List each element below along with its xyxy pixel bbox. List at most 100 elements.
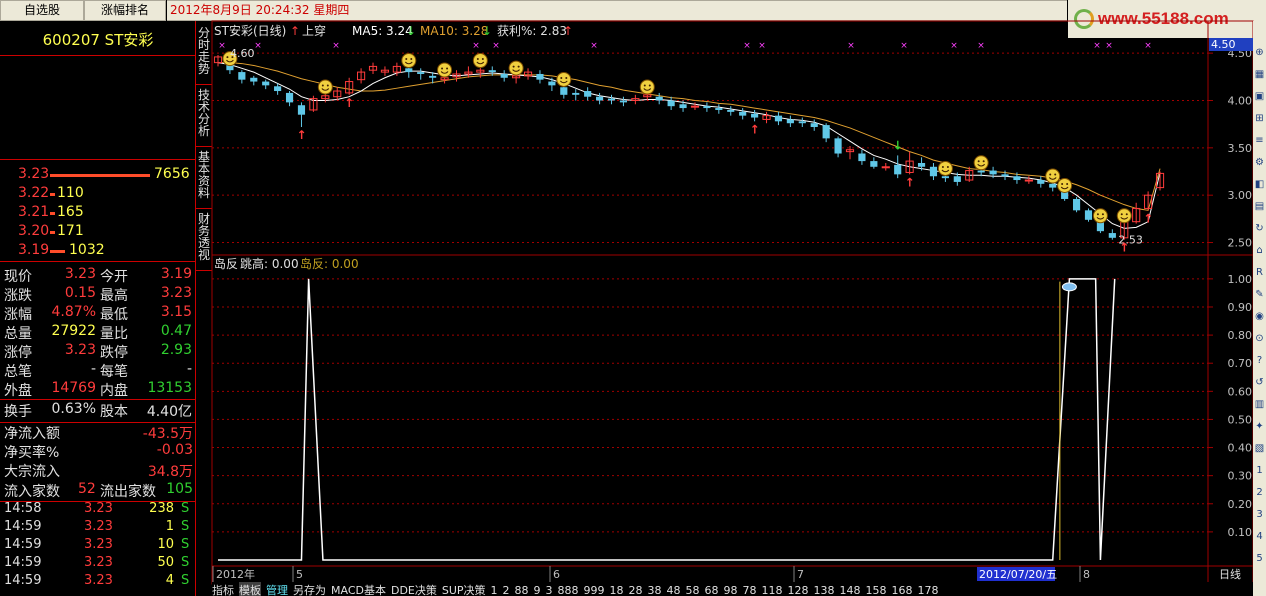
side-tab-0[interactable]: 分时走势 — [196, 25, 212, 85]
logo-icon — [1074, 9, 1094, 29]
quote-row: 现价 3.23 今开 3.19 — [0, 266, 196, 285]
toolbar-icon[interactable]: ◉ — [1253, 307, 1266, 327]
bottom-tab[interactable]: 78 — [743, 584, 757, 596]
toolbar-icon[interactable]: 3 — [1253, 505, 1266, 525]
toolbar-icon[interactable]: ⌂ — [1253, 241, 1266, 261]
quote-value: 3.23 — [64, 342, 96, 358]
candle-body — [512, 75, 521, 79]
tick-volume: 1 — [165, 519, 174, 534]
main-yaxis-label: 3.00 — [1228, 189, 1253, 202]
toolbar-icon[interactable]: ⚙ — [1253, 153, 1266, 173]
candle-body — [596, 96, 604, 101]
quote-value: 0.47 — [160, 323, 192, 339]
bottom-tab[interactable]: 1 — [491, 584, 498, 596]
bottom-tab[interactable]: 999 — [584, 584, 605, 596]
bottom-tab[interactable]: 模板 — [239, 582, 261, 596]
side-tab-1[interactable]: 技术分析 — [196, 87, 212, 147]
toolbar-icon[interactable]: ✎ — [1253, 285, 1266, 305]
bottom-tab[interactable]: 48 — [667, 584, 681, 596]
toolbar-icon[interactable]: ? — [1253, 351, 1266, 371]
candle-body — [881, 166, 890, 169]
tick-row: 14:59 3.23 1 S — [0, 519, 196, 537]
bottom-tab[interactable]: 88 — [515, 584, 529, 596]
bottom-tab[interactable]: 另存为 — [293, 582, 326, 596]
toolbar-icon[interactable]: ▤ — [1253, 197, 1266, 217]
bottom-tab[interactable]: 128 — [788, 584, 809, 596]
bottom-tab[interactable]: 158 — [866, 584, 887, 596]
bottom-tab[interactable]: 28 — [629, 584, 643, 596]
bottom-tab[interactable]: 138 — [814, 584, 835, 596]
tick-volume: 50 — [157, 555, 174, 570]
orderbook-row[interactable]: 3.23 7656 — [0, 166, 196, 184]
candle-body — [727, 109, 735, 112]
side-tab-3[interactable]: 财务透视 — [196, 211, 212, 271]
bottom-tab[interactable]: 18 — [610, 584, 624, 596]
brand-logo[interactable]: www.55188.com — [1068, 0, 1266, 38]
toolbar-icon[interactable]: ⊞ — [1253, 109, 1266, 129]
bottom-tab[interactable]: 指标 — [212, 582, 234, 596]
orderbook-row[interactable]: 3.22 110 — [0, 185, 196, 203]
buy-arrow-icon: ↑ — [296, 128, 306, 142]
toolbar-icon[interactable]: 5 — [1253, 549, 1266, 569]
tab-watchlist[interactable]: 自选股 — [0, 0, 84, 21]
bottom-tab[interactable]: 68 — [705, 584, 719, 596]
bottom-tab[interactable]: 38 — [648, 584, 662, 596]
side-tab-2[interactable]: 基本资料 — [196, 149, 212, 209]
quote-row: 总笔 - 每笔 - — [0, 361, 196, 380]
bottom-tab[interactable]: 3 — [546, 584, 553, 596]
tab-gain-ranking[interactable]: 涨幅排名 — [84, 0, 166, 21]
orderbook-row[interactable]: 3.20 171 — [0, 223, 196, 241]
toolbar-icon[interactable]: ⊕ — [1253, 43, 1266, 63]
toolbar-icon[interactable]: 2 — [1253, 483, 1266, 503]
orderbook-row[interactable]: 3.19 1032 — [0, 242, 196, 260]
toolbar-icon[interactable]: ▣ — [1253, 87, 1266, 107]
bottom-tab[interactable]: 98 — [724, 584, 738, 596]
toolbar-icon[interactable]: ≡ — [1253, 131, 1266, 151]
quote-label: 总笔 — [4, 364, 32, 380]
candle-body — [417, 72, 425, 74]
toolbar-icon[interactable]: ↺ — [1253, 373, 1266, 393]
buy-arrow-icon: ↑ — [905, 175, 915, 189]
side-tab-char: 析 — [197, 124, 210, 138]
bottom-tab[interactable]: 888 — [558, 584, 579, 596]
toolbar-icon[interactable]: ▦ — [1253, 65, 1266, 85]
candle-body — [297, 105, 306, 115]
low-price-label: 2.53 — [1118, 234, 1143, 247]
candle-body — [429, 75, 437, 78]
toolbar-icon[interactable]: ▥ — [1253, 395, 1266, 415]
toolbar-icon[interactable]: R — [1253, 263, 1266, 283]
toolbar-icon[interactable]: ↻ — [1253, 219, 1266, 239]
chart-title: ST安彩(日线) — [214, 23, 286, 38]
signal-label: 上穿 — [302, 23, 326, 38]
bottom-tab[interactable]: 148 — [840, 584, 861, 596]
bottom-tab[interactable]: MACD基本 — [331, 582, 386, 596]
candle-body — [368, 65, 378, 71]
quote-value: 3.15 — [160, 304, 192, 320]
tick-row: 14:58 3.23 238 S — [0, 501, 196, 519]
bottom-tab[interactable]: SUP决策 — [442, 582, 486, 596]
toolbar-icon[interactable]: ▧ — [1253, 439, 1266, 459]
orderbook-row[interactable]: 3.21 165 — [0, 204, 196, 222]
candle-body — [380, 69, 390, 73]
bottom-tab[interactable]: 168 — [892, 584, 913, 596]
toolbar-icon[interactable]: 4 — [1253, 527, 1266, 547]
flow-row: 净买率% -0.03 — [0, 442, 196, 461]
bottom-tab[interactable]: 178 — [918, 584, 939, 596]
smiley-marker-icon — [639, 79, 655, 95]
tick-time: 14:59 — [4, 573, 42, 588]
bottom-tab[interactable]: 管理 — [266, 582, 288, 596]
quote-label: 现价 — [4, 269, 32, 285]
bottom-tab[interactable]: 118 — [762, 584, 783, 596]
bottom-tab[interactable]: DDE决策 — [391, 582, 437, 596]
candle-body — [607, 98, 616, 101]
quote-row: 总量 27922 量比 0.47 — [0, 323, 196, 342]
bottom-tab[interactable]: 2 — [503, 584, 510, 596]
toolbar-icon[interactable]: ✦ — [1253, 417, 1266, 437]
bottom-tab[interactable]: 58 — [686, 584, 700, 596]
toolbar-icon[interactable]: 1 — [1253, 461, 1266, 481]
toolbar-icon[interactable]: ◧ — [1253, 175, 1266, 195]
toolbar-icon[interactable]: ⊙ — [1253, 329, 1266, 349]
candle-body — [1037, 180, 1045, 184]
bottom-tab[interactable]: 9 — [534, 584, 541, 596]
tick-volume: 4 — [165, 573, 174, 588]
